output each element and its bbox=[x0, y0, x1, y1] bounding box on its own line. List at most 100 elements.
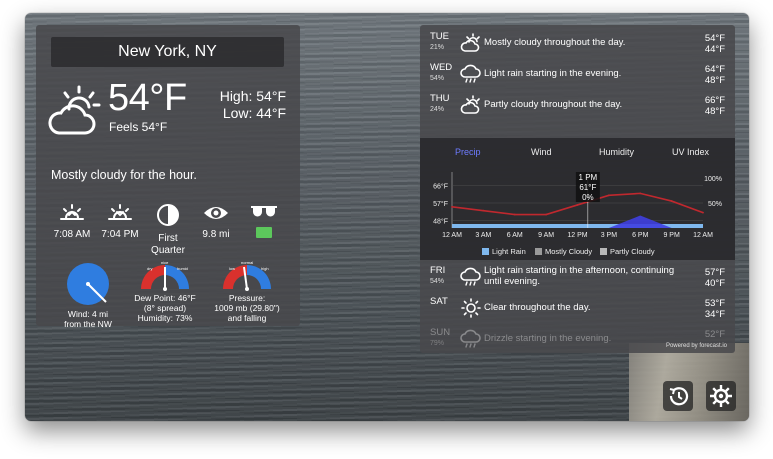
day-name: FRI bbox=[430, 265, 446, 276]
forecast-day-row[interactable]: SAT Clear throughout the day. 53°F 34°F bbox=[420, 294, 735, 325]
day-icon bbox=[460, 267, 482, 292]
x-tick-label: 9 AM bbox=[538, 232, 554, 239]
dew-scale-humid: humid bbox=[177, 266, 188, 271]
history-button[interactable] bbox=[663, 381, 693, 411]
cloud-sun-icon bbox=[460, 95, 480, 114]
temperature-point bbox=[513, 213, 516, 216]
pressure-scale-normal: normal bbox=[241, 261, 253, 265]
dew-line2: (8° spread) bbox=[143, 303, 187, 313]
forecast-day-row[interactable]: TUE 21% Mostly cloudy throughout the day. 5… bbox=[420, 29, 735, 60]
day-summary: Clear throughout the day. bbox=[484, 302, 591, 313]
sun-icon bbox=[461, 298, 481, 318]
day-low: 40°F bbox=[704, 278, 725, 289]
day-temps: 52°F bbox=[705, 329, 725, 340]
day-icon bbox=[460, 329, 482, 353]
x-tick-label: 6 AM bbox=[507, 232, 523, 239]
cloud-rain-icon bbox=[460, 329, 481, 348]
pressure-line2: 1009 mb (29.80") bbox=[214, 303, 280, 313]
history-icon bbox=[669, 387, 689, 406]
legend-label: Partly Cloudy bbox=[610, 247, 655, 256]
hour-summary: Mostly cloudy for the hour. bbox=[51, 168, 197, 182]
x-tick-label: 9 PM bbox=[663, 232, 680, 239]
dew-point-gauge: dry nice humid bbox=[141, 261, 189, 291]
dew-scale-nice: nice bbox=[161, 261, 169, 265]
temperature-point bbox=[451, 205, 453, 208]
legend-label: Light Rain bbox=[492, 247, 526, 256]
y-right-tick-label: 100% bbox=[704, 176, 722, 183]
app-window: New York, NY 54°F Feels 54°F High: 54°F … bbox=[25, 13, 749, 421]
feels-like: Feels 54°F bbox=[109, 120, 168, 134]
y-right-tick-label: 50% bbox=[708, 201, 722, 208]
x-tick-label: 12 AM bbox=[693, 232, 713, 239]
day-temps: 54°F 44°F bbox=[705, 33, 725, 55]
location-title[interactable]: New York, NY bbox=[51, 37, 284, 67]
y-tick-label: 48°F bbox=[433, 217, 448, 225]
settings-button[interactable] bbox=[706, 381, 736, 411]
day-name: TUE bbox=[430, 31, 449, 42]
uv-cell bbox=[236, 203, 292, 238]
legend-swatch bbox=[482, 248, 489, 255]
humidity-line: Humidity: 73% bbox=[137, 313, 193, 323]
sunset-icon bbox=[108, 204, 132, 220]
day-name: SUN bbox=[430, 327, 451, 338]
day-high: 57°F bbox=[704, 267, 725, 278]
gear-icon bbox=[710, 385, 732, 407]
temperature-point bbox=[545, 213, 548, 216]
day-low: 44°F bbox=[704, 44, 725, 55]
cloud-sun-icon bbox=[460, 33, 480, 52]
temperature-point bbox=[607, 194, 610, 197]
sunset-time: 7:04 PM bbox=[101, 229, 139, 240]
temperature-point bbox=[482, 209, 485, 212]
day-summary: Light rain starting in the afternoon, co… bbox=[484, 265, 675, 287]
day-low: 48°F bbox=[704, 75, 725, 86]
tab-uv-index[interactable]: UV Index bbox=[672, 147, 709, 157]
x-tick-label: 6 PM bbox=[632, 232, 649, 239]
pressure-line1: Pressure: bbox=[228, 293, 266, 303]
dew-line1: Dew Point: 46°F bbox=[134, 293, 196, 303]
high-temp: High: 54°F bbox=[219, 88, 286, 104]
day-name: WED bbox=[430, 62, 453, 73]
precip-chance: 24% bbox=[430, 106, 445, 113]
forecast-day-row[interactable]: FRI 54% Light rain starting in the afterno… bbox=[420, 263, 735, 294]
precip-chance: 79% bbox=[430, 340, 445, 347]
low-temp: Low: 44°F bbox=[222, 105, 286, 121]
day-high: 54°F bbox=[704, 33, 725, 44]
forecast-day-row[interactable]: WED 54% Light rain starting in the evening… bbox=[420, 60, 735, 91]
day-high: 52°F bbox=[704, 329, 725, 340]
day-temps: 53°F 34°F bbox=[705, 298, 725, 320]
day-icon bbox=[460, 33, 482, 58]
dew-scale-dry: dry bbox=[147, 266, 153, 271]
y-tick-label: 57°F bbox=[433, 200, 448, 208]
day-temps: 64°F 48°F bbox=[705, 64, 725, 86]
day-low: 48°F bbox=[704, 106, 725, 117]
forecast-panel: TUE 21% Mostly cloudy throughout the day. 5… bbox=[420, 25, 735, 353]
hourly-chart: Precip Wind Humidity UV Index 66°F 57°F 48… bbox=[420, 138, 735, 260]
dew-point-cell: dry nice humid Dew Point: 46°F (8° sprea… bbox=[120, 261, 210, 323]
visibility-value: 9.8 mi bbox=[202, 229, 230, 240]
sunrise-time: 7:08 AM bbox=[53, 229, 91, 240]
day-summary: Partly cloudy throughout the day. bbox=[484, 99, 623, 110]
cloud-rain-icon bbox=[460, 267, 481, 286]
tab-precip[interactable]: Precip bbox=[455, 147, 481, 157]
legend-swatch bbox=[600, 248, 607, 255]
forecast-day-row[interactable]: THU 24% Partly cloudy throughout the day. 6… bbox=[420, 91, 735, 122]
day-low: 34°F bbox=[704, 309, 725, 320]
precip-chance: 54% bbox=[430, 75, 445, 82]
day-high: 66°F bbox=[704, 95, 725, 106]
x-tick-label: 12 AM bbox=[442, 232, 462, 239]
temperature-point bbox=[576, 204, 579, 206]
pressure-scale-low: low bbox=[229, 266, 235, 271]
day-temps: 66°F 48°F bbox=[705, 95, 725, 117]
tab-wind[interactable]: Wind bbox=[531, 147, 552, 157]
powered-by[interactable]: Powered by forecast.io bbox=[666, 343, 727, 349]
pressure-line3: and falling bbox=[227, 313, 267, 323]
day-icon bbox=[460, 64, 482, 89]
pressure-cell: low normal high Pressure: 1009 mb (29.80… bbox=[202, 261, 292, 323]
day-name: SAT bbox=[430, 296, 448, 307]
current-conditions-panel: New York, NY 54°F Feels 54°F High: 54°F … bbox=[36, 25, 300, 329]
current-temperature: 54°F bbox=[108, 77, 187, 119]
y-tick-label: 66°F bbox=[433, 183, 448, 191]
day-icon bbox=[460, 95, 482, 120]
tab-humidity[interactable]: Humidity bbox=[599, 147, 634, 157]
pressure-gauge: low normal high bbox=[223, 261, 271, 291]
